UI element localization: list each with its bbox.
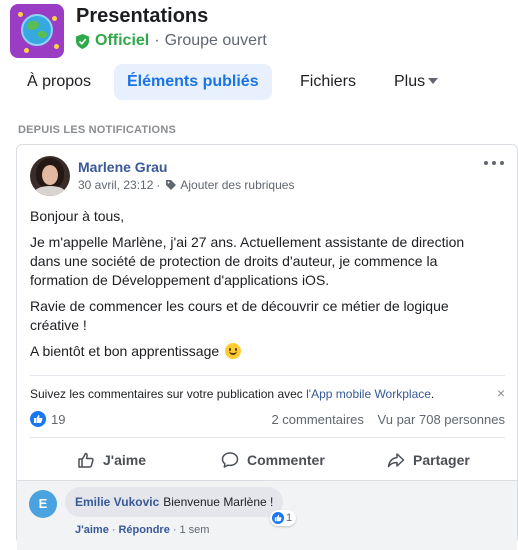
satellite-dot	[24, 48, 29, 53]
more-dot	[492, 161, 496, 165]
comment-bubble: Emilie Vukovic Bienvenue Marlène !	[65, 487, 284, 517]
tab-fichiers[interactable]: Fichiers	[287, 64, 369, 100]
separator: ·	[156, 178, 161, 192]
comment-text: Bienvenue Marlène !	[163, 495, 274, 509]
more-dot	[500, 161, 504, 165]
smile-emoji-icon	[225, 343, 242, 359]
like-icon	[272, 512, 284, 524]
notice-end: .	[430, 387, 435, 401]
land-shape	[38, 31, 47, 38]
tab-elements-publies[interactable]: Éléments publiés	[114, 64, 272, 100]
divider	[30, 437, 505, 438]
tab-plus[interactable]: Plus	[381, 64, 451, 100]
group-privacy: Groupe ouvert	[164, 32, 267, 49]
tag-icon	[166, 180, 177, 190]
globe-icon	[21, 14, 53, 46]
mobile-app-notice: Suivez les commentaires sur votre public…	[30, 387, 434, 401]
share-button[interactable]: Partager	[387, 445, 470, 475]
group-logo[interactable]	[10, 4, 64, 58]
post-paragraph: Bonjour à tous,	[30, 208, 125, 224]
more-dot	[484, 161, 488, 165]
group-tabs: À propos Éléments publiés Fichiers Plus	[0, 62, 518, 102]
avatar-shirt	[34, 186, 66, 196]
group-meta: Officiel · Groupe ouvert	[76, 32, 267, 50]
comment-button[interactable]: Commenter	[221, 445, 325, 475]
comment-reactions[interactable]: 1	[270, 510, 297, 526]
like-count: 19	[51, 411, 66, 427]
comment-reply-link[interactable]: Répondre	[118, 524, 169, 536]
section-label: DEPUIS LES NOTIFICATIONS	[18, 124, 176, 136]
post-paragraph-last: A bientôt et bon apprentissage	[30, 342, 490, 361]
comment-button-label: Commenter	[247, 452, 325, 468]
comment-count[interactable]: 2 commentaires	[271, 412, 363, 427]
view-count[interactable]: Vu par 708 personnes	[378, 412, 505, 427]
satellite-dot	[52, 16, 57, 21]
like-icon	[78, 452, 94, 468]
post-author[interactable]: Marlene Grau	[78, 159, 167, 175]
tab-plus-label: Plus	[394, 73, 426, 90]
tab-a-propos[interactable]: À propos	[14, 64, 104, 100]
post-card: Marlene Grau 30 avril, 23:12 · Ajouter d…	[16, 144, 518, 550]
satellite-dot	[18, 12, 23, 17]
post-paragraph-text: A bientôt et bon apprentissage	[30, 343, 220, 359]
separator: ·	[154, 32, 160, 49]
comment-time[interactable]: 1 sem	[180, 524, 210, 536]
add-topics-link[interactable]: Ajouter des rubriques	[180, 178, 294, 192]
post-meta: 30 avril, 23:12 · Ajouter des rubriques	[78, 178, 294, 192]
like-button[interactable]: J'aime	[77, 445, 146, 475]
workplace-app-link[interactable]: l'App mobile Workplace	[306, 387, 431, 401]
comment-reaction-count: 1	[286, 512, 293, 524]
caret-down-icon	[428, 77, 439, 84]
group-title[interactable]: Presentations	[76, 5, 208, 28]
official-badge: Officiel	[95, 32, 150, 49]
notice-text: Suivez les commentaires sur votre public…	[30, 387, 307, 401]
like-summary[interactable]: 19	[30, 411, 65, 427]
shield-icon	[76, 33, 89, 49]
author-avatar[interactable]	[30, 156, 70, 196]
post-body: Bonjour à tous, Je m'appelle Marlène, j'…	[30, 207, 490, 368]
post-actions: J'aime Commenter Partager	[17, 445, 517, 475]
share-button-label: Partager	[413, 452, 470, 468]
more-icon[interactable]	[483, 155, 507, 171]
comments-area: E Emilie Vukovic Bienvenue Marlène ! 1 J'…	[17, 480, 517, 550]
divider	[30, 375, 505, 376]
separator: ·	[172, 524, 177, 536]
separator: ·	[111, 524, 116, 536]
group-header: Presentations Officiel · Groupe ouvert	[0, 0, 518, 62]
post-date[interactable]: 30 avril, 23:12	[78, 178, 153, 192]
post-paragraph: Ravie de commencer les cours et de décou…	[30, 298, 449, 333]
share-icon	[387, 453, 405, 468]
comment-like-link[interactable]: J'aime	[75, 524, 109, 536]
satellite-dot	[54, 44, 59, 49]
avatar-face	[42, 165, 58, 185]
like-icon	[30, 411, 46, 427]
commenter-avatar[interactable]: E	[29, 490, 57, 518]
like-button-label: J'aime	[103, 452, 147, 468]
comment-icon	[221, 452, 239, 468]
commenter-name[interactable]: Emilie Vukovic	[75, 495, 159, 509]
post-paragraph: Je m'appelle Marlène, j'ai 27 ans. Actue…	[30, 234, 465, 288]
post-stats: 2 commentaires Vu par 708 personnes	[261, 412, 505, 427]
close-icon[interactable]: ×	[497, 385, 505, 401]
comment-actions: J'aime · Répondre · 1 sem	[75, 524, 209, 536]
